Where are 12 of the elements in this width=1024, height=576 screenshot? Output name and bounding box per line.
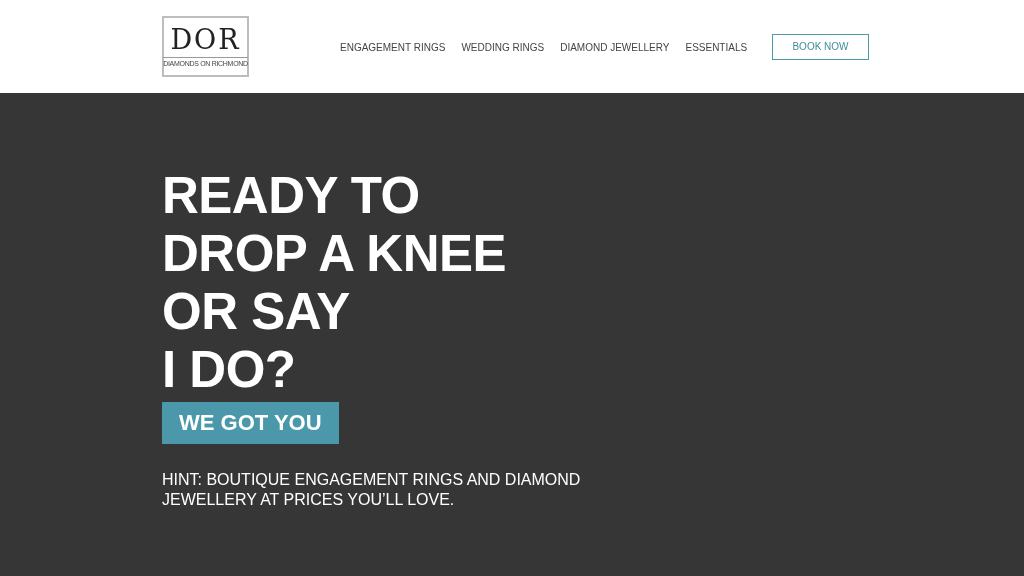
logo-wordmark: DOR [170, 26, 241, 53]
headline-line: READY TO [162, 167, 420, 225]
headline-line: DROP A KNEE [162, 225, 506, 283]
headline-line: OR SAY [162, 283, 350, 341]
tagline-badge: WE GOT YOU [162, 402, 339, 444]
headline-line: I DO? [162, 341, 296, 399]
book-now-button[interactable]: BOOK NOW [772, 33, 869, 60]
nav-link[interactable]: ENGAGEMENT RINGS [340, 39, 446, 55]
nav-link[interactable]: ESSENTIALS [685, 39, 748, 55]
nav-link[interactable]: DIAMOND JEWELLERY [560, 39, 670, 55]
nav-link[interactable]: WEDDING RINGS [461, 39, 545, 55]
hint-text: HINT: BOUTIQUE ENGAGEMENT RINGS AND DIAMOND JEWELLERY AT PRICES YOU’LL LOVE. [162, 470, 582, 510]
